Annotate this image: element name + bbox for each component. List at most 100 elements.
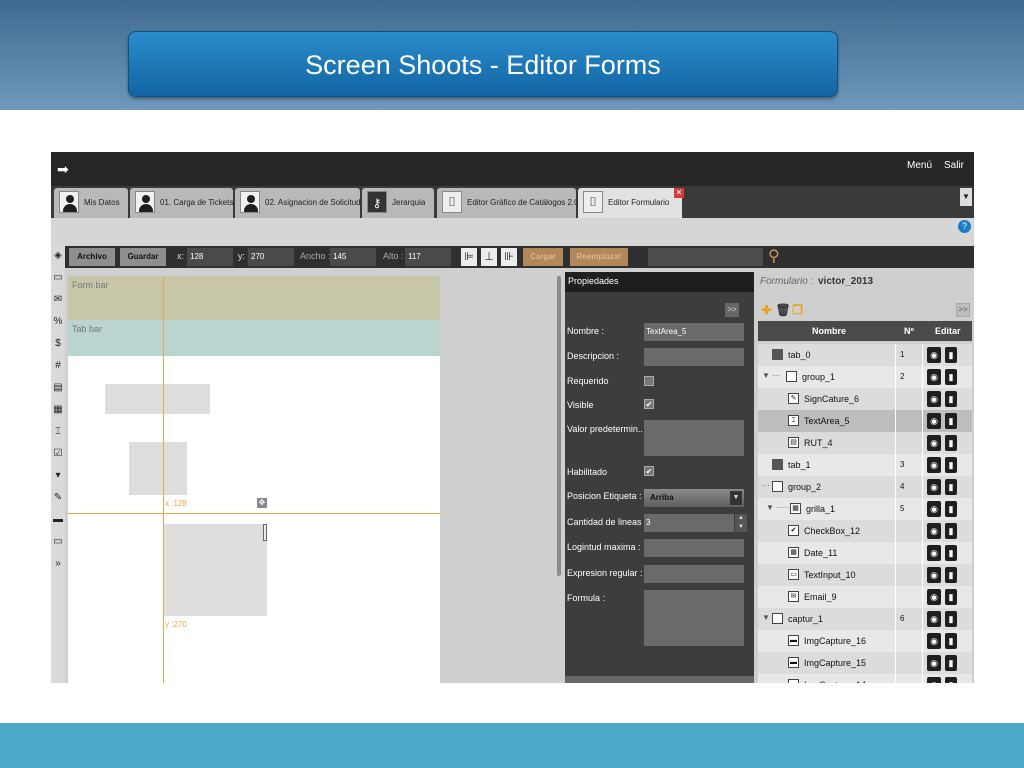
panel-icon[interactable]: ▭ [52, 536, 64, 548]
tab-editor-formulario[interactable]: ⌷ Editor Formulario ✕ [578, 188, 684, 218]
tree-row[interactable]: tab_1 3 ◉ ▮ [758, 454, 972, 476]
eye-icon[interactable]: ◉ [927, 523, 941, 539]
tree-row[interactable]: ▼ captur_1 6 ◉ ▮ [758, 608, 972, 630]
tree-row[interactable]: ⌶ TextArea_5 ◉ ▮ [758, 410, 972, 432]
trash-icon[interactable]: ▮ [945, 369, 957, 385]
image-icon[interactable]: ▬ [52, 514, 64, 526]
copy-icon[interactable]: ❐ [791, 303, 804, 317]
tree-row[interactable]: ▬ ImgCapture_15 ◉ ▮ [758, 652, 972, 674]
dropdown-icon[interactable]: ▾ [52, 470, 64, 482]
eye-icon[interactable]: ◉ [927, 589, 941, 605]
longitud-maxima-field[interactable] [644, 539, 744, 557]
archivo-button[interactable]: Archivo [69, 248, 115, 266]
search-input[interactable] [648, 248, 763, 266]
trash-icon[interactable]: ▮ [945, 347, 957, 363]
x-field[interactable]: 128 [187, 248, 233, 266]
eye-icon[interactable]: ◉ [927, 347, 941, 363]
trash-icon[interactable]: ▮ [945, 611, 957, 627]
requerido-checkbox[interactable] [644, 376, 654, 386]
eye-icon[interactable]: ◉ [927, 369, 941, 385]
trash-icon[interactable]: ▮ [945, 479, 957, 495]
add-icon[interactable]: ✚ [760, 303, 773, 317]
tree-row[interactable]: ▼ ··· group_1 2 ◉ ▮ [758, 366, 972, 388]
tree-row[interactable]: tab_0 1 ◉ ▮ [758, 344, 972, 366]
posicion-etiqueta-select[interactable]: Arriba ▼ [644, 489, 744, 507]
email-icon[interactable]: ✉ [52, 294, 64, 306]
search-icon[interactable]: ⚲ [768, 246, 780, 266]
trash-icon[interactable]: ▮ [945, 435, 957, 451]
form-field-block[interactable] [129, 442, 187, 495]
stepper-icon[interactable]: ▲ ▼ [735, 514, 747, 532]
trash-icon[interactable]: ▮ [945, 523, 957, 539]
visible-checkbox[interactable]: ✔ [644, 399, 654, 409]
guardar-button[interactable]: Guardar [120, 248, 166, 266]
eye-icon[interactable]: ◉ [927, 677, 941, 683]
trash-icon[interactable]: ▮ [945, 545, 957, 561]
help-icon[interactable]: ? [958, 220, 971, 233]
trash-icon[interactable]: ▮ [945, 633, 957, 649]
double-arrow-icon[interactable]: » [52, 558, 64, 570]
selected-textarea-block[interactable] [164, 524, 267, 616]
eye-icon[interactable]: ◉ [927, 633, 941, 649]
trash-icon[interactable]: ▮ [945, 567, 957, 583]
eye-icon[interactable]: ◉ [927, 413, 941, 429]
cantidad-lineas-field[interactable]: 3 [644, 514, 734, 532]
tab-asignacion-solicitud[interactable]: 02. Asignacion de Solicitud [235, 188, 361, 218]
rut-icon[interactable]: ▤ [52, 382, 64, 394]
percent-icon[interactable]: % [52, 316, 64, 328]
close-tab-icon[interactable]: ✕ [674, 188, 684, 198]
hash-icon[interactable]: # [52, 360, 64, 372]
canvas-scrollbar[interactable] [557, 276, 561, 576]
tree-row[interactable]: ··· group_2 4 ◉ ▮ [758, 476, 972, 498]
eye-icon[interactable]: ◉ [927, 501, 941, 517]
tree-row[interactable]: ▦ Date_11 ◉ ▮ [758, 542, 972, 564]
tree-row[interactable]: ▬ ImgCapture_14 ◉ ▮ [758, 674, 972, 683]
eye-icon[interactable]: ◉ [927, 567, 941, 583]
trash-icon[interactable]: ▮ [945, 677, 957, 683]
ancho-field[interactable]: 145 [330, 248, 376, 266]
tree-row[interactable]: ✎ SignCature_6 ◉ ▮ [758, 388, 972, 410]
signature-icon[interactable]: ✎ [52, 492, 64, 504]
alto-field[interactable]: 117 [405, 248, 451, 266]
eye-icon[interactable]: ◉ [927, 655, 941, 671]
habilitado-checkbox[interactable]: ✔ [644, 466, 654, 476]
trash-icon[interactable]: ▮ [945, 413, 957, 429]
align-right-icon[interactable]: ⊪ [501, 248, 517, 266]
tab-mis-datos[interactable]: Mis Datos [54, 188, 128, 218]
eye-icon[interactable]: ◉ [927, 545, 941, 561]
expresion-regular-field[interactable] [644, 565, 744, 583]
dollar-icon[interactable]: $ [52, 338, 64, 350]
tab-jerarquia[interactable]: ⚷ Jerarquia [362, 188, 434, 218]
properties-expand-button[interactable]: >> [725, 303, 739, 317]
align-center-icon[interactable]: ⊥ [481, 248, 497, 266]
eye-icon[interactable]: ◉ [927, 611, 941, 627]
align-left-icon[interactable]: ⊫ [461, 248, 477, 266]
trash-icon[interactable]: 🗑 [776, 303, 791, 317]
eye-icon[interactable]: ◉ [927, 479, 941, 495]
tree-row[interactable]: ✔ CheckBox_12 ◉ ▮ [758, 520, 972, 542]
tree-row[interactable]: ▭ TextInput_10 ◉ ▮ [758, 564, 972, 586]
exit-link[interactable]: Salir [944, 160, 964, 171]
descripcion-field[interactable] [644, 348, 744, 366]
date-icon[interactable]: ▦ [52, 404, 64, 416]
tree-expander[interactable]: ··· [762, 481, 770, 490]
chevron-down-icon[interactable]: ▼ [730, 491, 742, 505]
forward-arrow-icon[interactable]: ➡ [57, 161, 69, 178]
eye-icon[interactable]: ◉ [927, 435, 941, 451]
checkbox-icon[interactable]: ☑ [52, 448, 64, 460]
textarea-icon[interactable]: ⌶ [52, 426, 64, 438]
eye-icon[interactable]: ◉ [927, 391, 941, 407]
reemplazar-button[interactable]: Reemplazar [570, 248, 628, 266]
y-field[interactable]: 270 [248, 248, 294, 266]
tree-row[interactable]: ▼ ····· ▦ grilla_1 5 ◉ ▮ [758, 498, 972, 520]
eye-icon[interactable]: ◉ [927, 457, 941, 473]
trash-icon[interactable]: ▮ [945, 655, 957, 671]
cargar-button[interactable]: Cargar [523, 248, 563, 266]
form-canvas[interactable]: Form bar Tab bar x :128 y :270 ✥ [68, 276, 440, 683]
trash-icon[interactable]: ▮ [945, 501, 957, 517]
nombre-field[interactable]: TextArea_5 [644, 323, 744, 341]
move-handle-icon[interactable]: ✥ [257, 498, 267, 508]
trash-icon[interactable]: ▮ [945, 391, 957, 407]
tree-expander[interactable]: ▼ ····· [766, 503, 789, 512]
valor-predeterminado-field[interactable] [644, 420, 744, 456]
